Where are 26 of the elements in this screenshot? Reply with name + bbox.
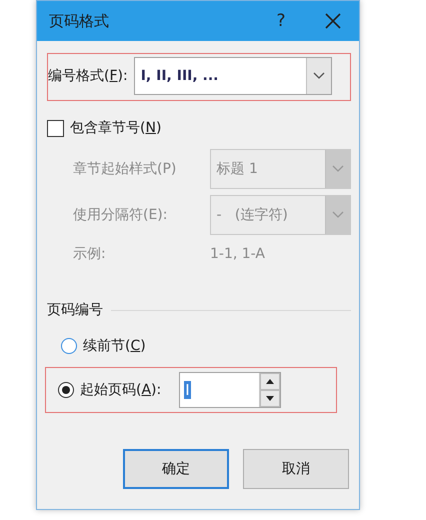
chevron-down-icon	[332, 211, 344, 219]
field-label: 章节起始样式(P)	[73, 160, 178, 178]
start-number-field[interactable]: I	[179, 372, 282, 408]
example-value: 1-1, 1-A	[210, 246, 265, 262]
help-button[interactable]: ?	[261, 10, 301, 32]
radio-button[interactable]	[61, 338, 77, 354]
radio-label: 续前节(C)	[83, 337, 146, 355]
chevron-down-icon	[312, 72, 325, 80]
decrement-button[interactable]	[260, 390, 280, 407]
field-label: 使用分隔符(E):	[73, 206, 168, 224]
ok-button[interactable]: 确定	[123, 449, 229, 489]
increment-button[interactable]	[260, 373, 280, 390]
include-chapter-checkbox[interactable]	[47, 120, 64, 136]
radio-label: 起始页码(A):	[80, 381, 162, 399]
field-label: 示例:	[73, 245, 107, 263]
number-format-label: 编号格式(F):	[48, 67, 128, 85]
down-arrow-icon	[266, 396, 274, 401]
close-icon	[325, 13, 341, 29]
cancel-button[interactable]: 取消	[243, 449, 349, 489]
number-format-dropdown[interactable]: I, II, III, ...	[134, 57, 332, 95]
radio-button[interactable]	[58, 382, 74, 398]
section-title: 页码编号	[47, 301, 103, 319]
window-title: 页码格式	[49, 12, 110, 30]
include-chapter-label: 包含章节号(N)	[70, 119, 162, 137]
chevron-down-icon	[332, 165, 344, 173]
up-arrow-icon	[266, 379, 274, 384]
